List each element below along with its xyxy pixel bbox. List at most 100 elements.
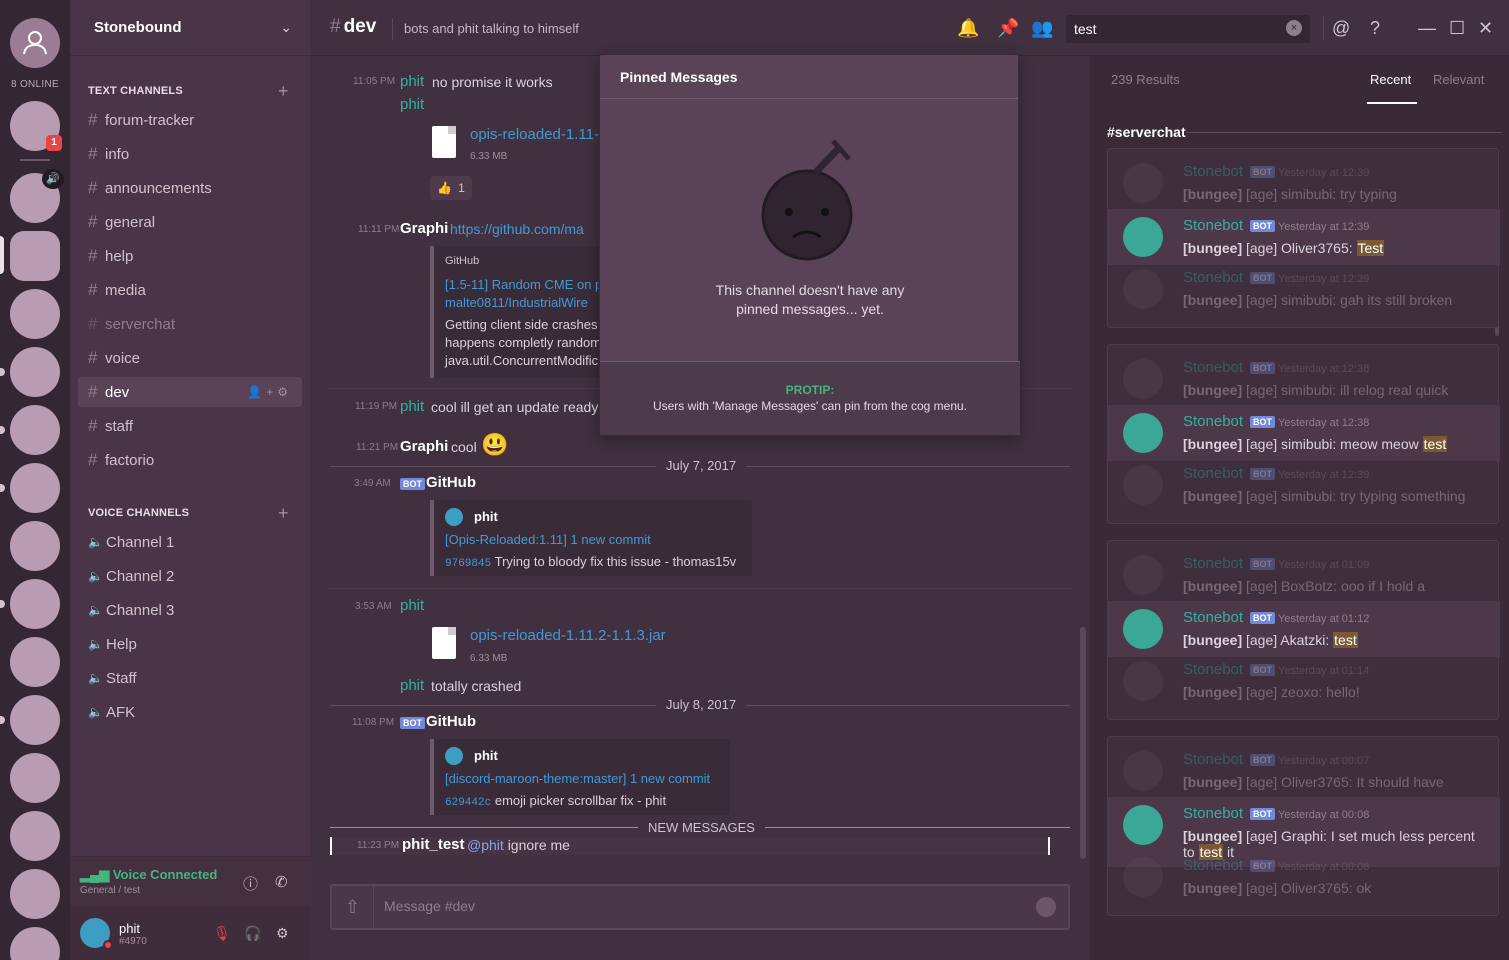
tab-recent[interactable]: Recent bbox=[1370, 72, 1411, 87]
guild-icon[interactable] bbox=[10, 753, 60, 803]
channel-factorio[interactable]: # factorio bbox=[78, 445, 302, 475]
result-author[interactable]: Stonebot bbox=[1183, 751, 1243, 768]
message-author[interactable]: phit_test bbox=[402, 836, 465, 853]
message-author[interactable]: phit bbox=[400, 677, 424, 694]
embed-title[interactable]: [1.5-11] Random CME on p bbox=[445, 277, 602, 292]
server-header[interactable]: Stonebound ⌄ bbox=[70, 0, 310, 56]
avatar[interactable] bbox=[1123, 857, 1163, 897]
channel-general[interactable]: # general bbox=[78, 207, 302, 237]
gear-icon[interactable]: ⚙ bbox=[276, 925, 289, 942]
avatar[interactable] bbox=[1123, 217, 1163, 257]
avatar[interactable] bbox=[1123, 661, 1163, 701]
user-mention[interactable]: @phit bbox=[467, 837, 504, 853]
voice-connected-status[interactable]: ▂▄▆ Voice Connected bbox=[80, 867, 217, 883]
message-author[interactable]: phit bbox=[400, 96, 424, 113]
result-author[interactable]: Stonebot bbox=[1183, 805, 1243, 822]
avatar[interactable] bbox=[1123, 359, 1163, 399]
message-author[interactable]: phit bbox=[400, 73, 424, 90]
disconnect-icon[interactable]: ✆ bbox=[275, 873, 288, 891]
voice-channel-help[interactable]: 🔈 Help bbox=[78, 629, 302, 659]
guild-icon[interactable] bbox=[10, 637, 60, 687]
guild-icon[interactable] bbox=[10, 521, 60, 571]
search-result-context[interactable]: Stonebot BOT Yesterday at 12:39 [bungee] [a… bbox=[1108, 267, 1500, 313]
avatar[interactable] bbox=[1123, 413, 1163, 453]
voice-channel-afk[interactable]: 🔈 AFK bbox=[78, 697, 302, 727]
avatar[interactable] bbox=[1123, 269, 1163, 309]
guild-icon[interactable] bbox=[10, 811, 60, 861]
reaction[interactable]: 👍 1 bbox=[430, 176, 472, 200]
bell-icon[interactable]: 🔔 bbox=[957, 18, 979, 39]
close-icon[interactable]: ✕ bbox=[1478, 18, 1493, 39]
guild-icon[interactable] bbox=[10, 463, 60, 513]
embed-title[interactable]: [discord-maroon-theme:master] 1 new comm… bbox=[445, 771, 710, 786]
add-voice-channel-icon[interactable]: + bbox=[278, 503, 289, 524]
search-input[interactable]: test bbox=[1074, 21, 1097, 37]
channel-info[interactable]: # info bbox=[78, 139, 302, 169]
search-result-hit[interactable]: Stonebot BOT Yesterday at 12:39 [bungee] [a… bbox=[1108, 209, 1500, 265]
gear-icon[interactable]: ⚙ bbox=[277, 385, 292, 399]
pin-icon[interactable]: 📌 bbox=[997, 18, 1019, 39]
search-result-context[interactable]: Stonebot BOT Yesterday at 12:39 [bungee] [a… bbox=[1108, 161, 1500, 207]
search-result-context[interactable]: Stonebot BOT Yesterday at 00:07 [bungee] [a… bbox=[1108, 749, 1500, 795]
upload-icon[interactable]: ⇧ bbox=[332, 886, 374, 928]
emoji-picker-icon[interactable] bbox=[1036, 897, 1056, 917]
attachment-link[interactable]: opis-reloaded-1.11.2-1.1.3.jar bbox=[470, 627, 666, 644]
channel-media[interactable]: # media bbox=[78, 275, 302, 305]
channel-voice[interactable]: # voice bbox=[78, 343, 302, 373]
search-result-context[interactable]: Stonebot BOT Yesterday at 12:39 [bungee] [a… bbox=[1108, 463, 1500, 509]
message-author[interactable]: phit bbox=[400, 597, 424, 614]
result-author[interactable]: Stonebot bbox=[1183, 555, 1243, 572]
guild-icon-selected[interactable] bbox=[10, 231, 60, 281]
headphones-icon[interactable]: 🎧 bbox=[244, 925, 261, 942]
result-author[interactable]: Stonebot bbox=[1183, 857, 1243, 874]
search-box[interactable]: test × bbox=[1066, 15, 1310, 43]
result-author[interactable]: Stonebot bbox=[1183, 359, 1243, 376]
search-result-context[interactable]: Stonebot BOT Yesterday at 01:09 [bungee] [a… bbox=[1108, 553, 1500, 599]
voice-channel-staff[interactable]: 🔈 Staff bbox=[78, 663, 302, 693]
tab-relevant[interactable]: Relevant bbox=[1433, 72, 1484, 87]
channel-dev-selected[interactable]: # dev 👤+⚙ bbox=[78, 377, 302, 407]
help-icon[interactable]: ? bbox=[1370, 18, 1380, 39]
channel-staff[interactable]: # staff bbox=[78, 411, 302, 441]
attachment-link[interactable]: opis-reloaded-1.11-1 bbox=[470, 126, 607, 143]
message-author[interactable]: phit bbox=[400, 398, 424, 415]
search-result-context[interactable]: Stonebot BOT Yesterday at 01:14 [bungee] [a… bbox=[1108, 659, 1500, 705]
result-author[interactable]: Stonebot bbox=[1183, 609, 1243, 626]
avatar[interactable] bbox=[1123, 805, 1163, 845]
result-author[interactable]: Stonebot bbox=[1183, 163, 1243, 180]
search-result-context[interactable]: Stonebot BOT Yesterday at 00:08 [bungee] [a… bbox=[1108, 855, 1500, 901]
invite-icon[interactable]: 👤+ bbox=[247, 385, 277, 399]
result-author[interactable]: Stonebot bbox=[1183, 661, 1243, 678]
avatar[interactable] bbox=[1123, 163, 1163, 203]
message-input[interactable] bbox=[384, 898, 1024, 914]
scrollbar[interactable] bbox=[1080, 627, 1086, 859]
channel-help[interactable]: # help bbox=[78, 241, 302, 271]
embed-title[interactable]: malte0811/IndustrialWire bbox=[445, 295, 588, 310]
guild-icon[interactable] bbox=[10, 289, 60, 339]
result-channel-name[interactable]: #serverchat bbox=[1107, 124, 1186, 140]
result-author[interactable]: Stonebot bbox=[1183, 413, 1243, 430]
voice-channel-2[interactable]: 🔈 Channel 2 bbox=[78, 561, 302, 591]
embed-author[interactable]: phit bbox=[474, 748, 498, 763]
search-result-context[interactable]: Stonebot BOT Yesterday at 12:38 [bungee] [a… bbox=[1108, 357, 1500, 403]
message-author[interactable]: GitHub bbox=[426, 713, 476, 730]
guild-icon[interactable] bbox=[10, 695, 60, 745]
guild-icon[interactable] bbox=[10, 869, 60, 919]
avatar[interactable] bbox=[1123, 609, 1163, 649]
maximize-icon[interactable]: ☐ bbox=[1449, 18, 1465, 39]
message-link[interactable]: https://github.com/ma bbox=[450, 221, 584, 237]
message-author[interactable]: GitHub bbox=[426, 474, 476, 491]
voice-channels-category[interactable]: VOICE CHANNELS bbox=[88, 507, 189, 519]
guild-icon[interactable] bbox=[10, 347, 60, 397]
result-author[interactable]: Stonebot bbox=[1183, 269, 1243, 286]
avatar[interactable] bbox=[1123, 465, 1163, 505]
avatar[interactable] bbox=[1123, 751, 1163, 791]
guild-icon[interactable] bbox=[10, 579, 60, 629]
search-result-hit[interactable]: Stonebot BOT Yesterday at 12:38 [bungee] [a… bbox=[1108, 405, 1500, 461]
message-author[interactable]: Graphi bbox=[400, 220, 448, 237]
guild-icon[interactable] bbox=[10, 405, 60, 455]
minimize-icon[interactable]: — bbox=[1418, 18, 1436, 39]
search-result-hit[interactable]: Stonebot BOT Yesterday at 01:12 [bungee] [a… bbox=[1108, 601, 1500, 657]
embed-author[interactable]: phit bbox=[474, 509, 498, 524]
clear-search-icon[interactable]: × bbox=[1286, 20, 1302, 36]
